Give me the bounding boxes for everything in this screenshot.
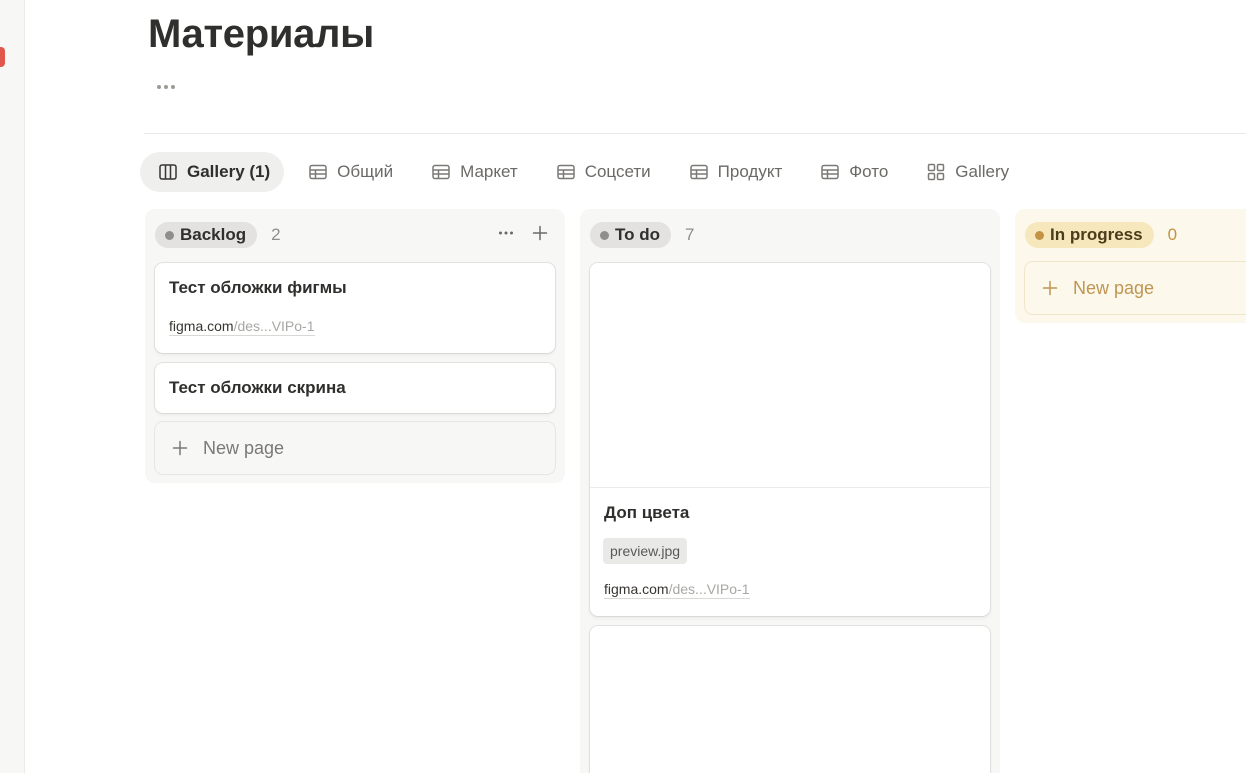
status-dot-icon xyxy=(165,230,174,240)
dot-icon xyxy=(164,85,168,89)
tab-obshchiy[interactable]: Общий xyxy=(290,152,407,192)
dot-icon xyxy=(157,85,161,89)
link-domain: figma.com xyxy=(604,581,669,597)
plus-icon xyxy=(1042,280,1058,296)
column-header: In progress 0 xyxy=(1025,222,1177,248)
card[interactable]: Тест обложки фигмы figma.com/des...VIPo-… xyxy=(155,263,555,353)
new-page-button[interactable]: New page xyxy=(1025,262,1246,314)
tab-label: Соцсети xyxy=(584,162,651,181)
view-tabs: Gallery (1) Общий Маркет Соцсети Продукт… xyxy=(140,152,1023,192)
card[interactable]: Доп цвета preview.jpg figma.com/des...VI… xyxy=(590,263,990,616)
table-icon xyxy=(821,164,839,180)
column-header: Backlog 2 xyxy=(155,222,281,248)
table-icon xyxy=(432,164,450,180)
card-cover xyxy=(590,263,990,488)
link-domain: figma.com xyxy=(169,318,234,334)
header-divider xyxy=(144,133,1246,134)
gallery-icon xyxy=(928,163,945,181)
card[interactable]: Тест обложки скрина xyxy=(155,363,555,413)
table-icon xyxy=(689,164,708,180)
column-add-button[interactable] xyxy=(529,222,551,244)
tab-label: Продукт xyxy=(717,162,783,181)
tab-produkt[interactable]: Продукт xyxy=(671,152,797,192)
tab-label: Общий xyxy=(337,162,394,181)
card-title: Доп цвета xyxy=(604,503,690,522)
link-path: /des...VIPo-1 xyxy=(233,318,315,334)
tab-label: Gallery (1) xyxy=(187,162,271,181)
tab-foto[interactable]: Фото xyxy=(802,152,902,192)
left-sidebar-edge xyxy=(0,0,25,773)
column-actions xyxy=(495,222,551,244)
page-title: Материалы xyxy=(148,12,375,56)
tab-gallery[interactable]: Gallery xyxy=(908,152,1023,192)
column-more-button[interactable] xyxy=(495,222,517,244)
board-icon xyxy=(159,164,177,180)
dot-icon xyxy=(171,85,175,89)
new-page-button[interactable]: New page xyxy=(155,422,555,474)
status-label: In progress xyxy=(1050,225,1143,244)
status-pill[interactable]: In progress xyxy=(1025,222,1154,248)
column-count: 7 xyxy=(685,225,695,244)
column-to-do: To do 7 Доп цвета preview.jpg figma.com/… xyxy=(580,209,1000,773)
file-chip[interactable]: preview.jpg xyxy=(603,538,688,564)
column-count: 2 xyxy=(271,225,281,244)
status-pill[interactable]: Backlog xyxy=(155,222,258,248)
tab-market[interactable]: Маркет xyxy=(413,152,532,192)
more-options-button[interactable] xyxy=(152,74,180,100)
card-title: Тест обложки скрина xyxy=(169,378,346,397)
tab-socseti[interactable]: Соцсети xyxy=(538,152,665,192)
tab-label: Фото xyxy=(849,162,889,181)
column-count: 0 xyxy=(1167,225,1178,244)
tab-label: Маркет xyxy=(460,162,518,181)
plus-icon xyxy=(532,225,548,241)
tab-gallery-1[interactable]: Gallery (1) xyxy=(140,152,285,192)
new-page-label: New page xyxy=(203,437,285,458)
new-page-label: New page xyxy=(1073,277,1155,298)
status-dot-icon xyxy=(1035,230,1044,240)
card-link[interactable]: figma.com/des...VIPo-1 xyxy=(604,581,750,599)
status-dot-icon xyxy=(600,230,609,240)
column-header: To do 7 xyxy=(590,222,694,248)
link-path: /des...VIPo-1 xyxy=(668,581,750,597)
status-label: To do xyxy=(615,225,660,244)
status-pill[interactable]: To do xyxy=(590,222,671,248)
table-icon xyxy=(309,164,327,180)
card-cover xyxy=(590,626,990,773)
table-icon xyxy=(556,164,575,180)
card-link[interactable]: figma.com/des...VIPo-1 xyxy=(169,318,315,336)
plus-icon xyxy=(172,440,188,456)
column-backlog: Backlog 2 Тест обложки фигмы figma.com/d… xyxy=(145,209,565,483)
status-label: Backlog xyxy=(180,225,247,244)
column-in-progress: In progress 0 New page xyxy=(1015,209,1246,323)
tab-label: Gallery xyxy=(955,162,1010,181)
card-title: Тест обложки фигмы xyxy=(169,278,347,297)
notification-badge[interactable] xyxy=(0,47,5,67)
more-horizontal-icon xyxy=(499,231,513,235)
card[interactable] xyxy=(590,626,990,773)
